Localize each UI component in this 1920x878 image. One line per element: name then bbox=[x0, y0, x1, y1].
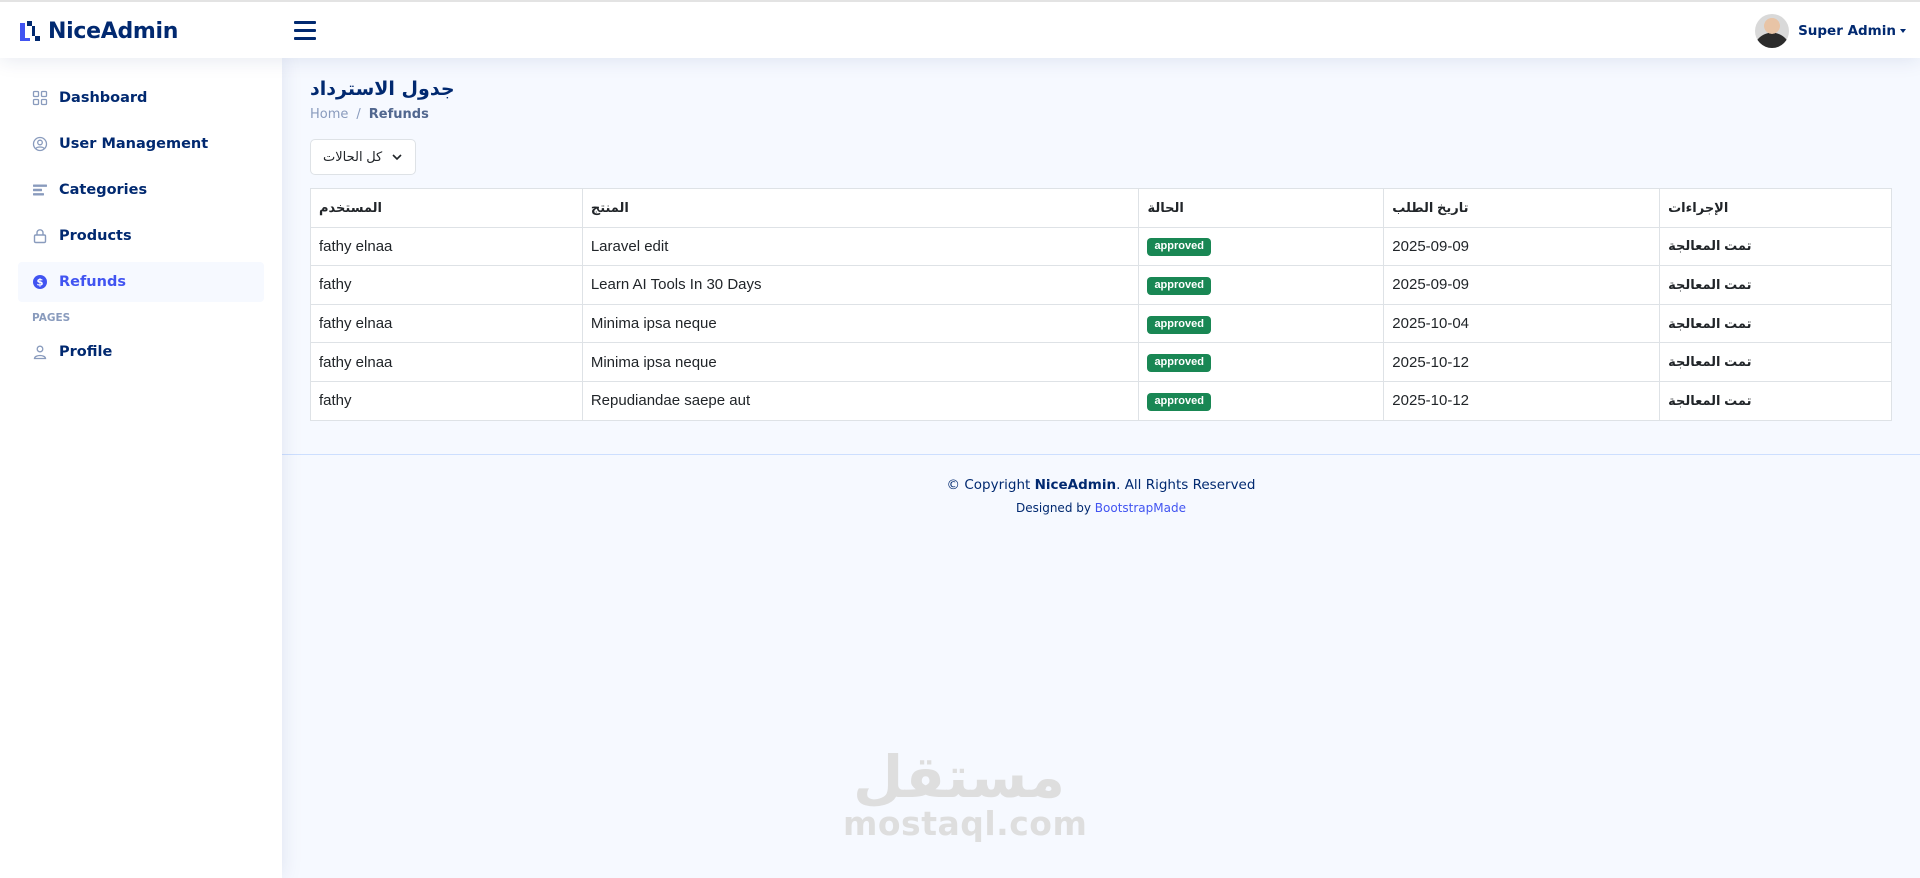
lock-icon bbox=[33, 229, 47, 244]
cell-user: fathy elnaa bbox=[310, 342, 583, 382]
cell-date: 2025-09-09 bbox=[1383, 226, 1661, 267]
designed-by-label: Designed by bbox=[1016, 501, 1095, 515]
sidebar-item-label: Categories bbox=[59, 182, 148, 198]
logo-text: NiceAdmin bbox=[48, 18, 179, 44]
user-circle-icon bbox=[32, 136, 48, 152]
cell-date: 2025-10-04 bbox=[1383, 303, 1661, 344]
grid-icon bbox=[32, 90, 48, 106]
cell-date: 2025-09-09 bbox=[1383, 265, 1661, 305]
profile-dropdown[interactable]: Super Admin bbox=[1755, 14, 1906, 48]
profile-name: Super Admin bbox=[1798, 23, 1896, 39]
header-actions: الإجراءات bbox=[1659, 188, 1892, 228]
refunds-table: المستخدم المنتج الحالة تاريخ الطلب الإجر… bbox=[310, 188, 1892, 421]
cell-product: Minima ipsa neque bbox=[581, 342, 1140, 382]
avatar bbox=[1755, 14, 1790, 48]
top-header: NiceAdmin Super Admin bbox=[0, 0, 1920, 58]
sidebar-item-label: User Management bbox=[59, 136, 209, 152]
cell-date: 2025-10-12 bbox=[1383, 342, 1661, 382]
list-icon bbox=[33, 184, 47, 196]
sidebar-item-label: Refunds bbox=[59, 274, 126, 290]
cell-action: تمت المعالجة bbox=[1659, 380, 1892, 421]
chevron-down-icon bbox=[392, 154, 402, 161]
watermark-arabic: مستقل bbox=[852, 743, 1066, 811]
cell-user: fathy elnaa bbox=[310, 303, 583, 344]
status-filter-value: كل الحالات bbox=[323, 149, 383, 164]
cell-user: fathy elnaa bbox=[310, 226, 583, 267]
sidebar-item-label: Profile bbox=[59, 344, 113, 360]
cell-status: approved bbox=[1138, 380, 1385, 421]
table-row: fathy Learn AI Tools In 30 Days approved… bbox=[310, 265, 1892, 305]
sidebar-item-dashboard[interactable]: Dashboard bbox=[18, 78, 264, 118]
sidebar-item-label: Dashboard bbox=[59, 90, 148, 106]
cell-action: تمت المعالجة bbox=[1659, 226, 1892, 267]
main-content: جدول الاسترداد Home / Refunds كل الحالات… bbox=[310, 58, 1892, 421]
copyright-text: © Copyright NiceAdmin. All Rights Reserv… bbox=[282, 477, 1920, 493]
status-badge: approved bbox=[1147, 354, 1211, 373]
sidebar-item-profile[interactable]: Profile bbox=[18, 332, 264, 372]
status-badge: approved bbox=[1147, 392, 1211, 411]
status-badge: approved bbox=[1147, 315, 1211, 334]
table-row: fathy elnaa Minima ipsa neque approved 2… bbox=[310, 342, 1892, 382]
sidebar-item-refunds[interactable]: $ Refunds bbox=[18, 262, 264, 302]
copyright-suffix: . All Rights Reserved bbox=[1116, 477, 1256, 493]
cell-product: Learn AI Tools In 30 Days bbox=[581, 265, 1140, 305]
logo[interactable]: NiceAdmin bbox=[18, 16, 178, 46]
watermark: مستقل mostaql.com bbox=[843, 743, 1088, 843]
sidebar-item-label: Products bbox=[59, 228, 132, 244]
designer-link[interactable]: BootstrapMade bbox=[1095, 501, 1186, 515]
sidebar-item-categories[interactable]: Categories bbox=[18, 170, 264, 210]
sidebar-heading-pages: PAGES bbox=[32, 312, 71, 324]
cell-action: تمت المعالجة bbox=[1659, 342, 1892, 382]
cell-status: approved bbox=[1138, 342, 1385, 382]
table-row: fathy Repudiandae saepe aut approved 202… bbox=[310, 380, 1892, 421]
credits-text: Designed by BootstrapMade bbox=[282, 501, 1920, 515]
status-filter-select[interactable]: كل الحالات bbox=[310, 139, 416, 175]
logo-mark-icon bbox=[20, 21, 40, 41]
cell-user: fathy bbox=[310, 265, 583, 305]
breadcrumb-current: Refunds bbox=[368, 107, 429, 122]
dollar-circle-icon: $ bbox=[33, 275, 47, 289]
watermark-domain: mostaql.com bbox=[843, 804, 1088, 843]
sidebar-toggle-icon[interactable] bbox=[292, 18, 318, 42]
header-product: المنتج bbox=[581, 188, 1140, 228]
cell-date: 2025-10-12 bbox=[1383, 380, 1661, 421]
copyright-brand: NiceAdmin bbox=[1034, 477, 1117, 493]
cell-status: approved bbox=[1138, 226, 1385, 267]
cell-status: approved bbox=[1138, 265, 1385, 305]
cell-product: Repudiandae saepe aut bbox=[581, 380, 1140, 421]
cell-product: Minima ipsa neque bbox=[581, 303, 1140, 344]
copyright-prefix: © Copyright bbox=[946, 477, 1035, 493]
sidebar-item-products[interactable]: Products bbox=[18, 216, 264, 256]
table-header-row: المستخدم المنتج الحالة تاريخ الطلب الإجر… bbox=[310, 188, 1892, 228]
table-row: fathy elnaa Minima ipsa neque approved 2… bbox=[310, 303, 1892, 344]
status-badge: approved bbox=[1147, 238, 1211, 257]
table-row: fathy elnaa Laravel edit approved 2025-0… bbox=[310, 226, 1892, 267]
footer: © Copyright NiceAdmin. All Rights Reserv… bbox=[282, 454, 1920, 515]
person-icon bbox=[33, 345, 47, 360]
caret-down-icon bbox=[1900, 29, 1906, 33]
cell-product: Laravel edit bbox=[581, 226, 1140, 267]
page-title-block: جدول الاسترداد Home / Refunds bbox=[310, 78, 1892, 122]
sidebar: Dashboard User Management Categories Pro… bbox=[0, 58, 282, 878]
breadcrumb-separator: / bbox=[356, 107, 361, 122]
breadcrumb: Home / Refunds bbox=[310, 107, 1892, 122]
header-status: الحالة bbox=[1138, 188, 1385, 228]
header-user: المستخدم bbox=[310, 188, 583, 228]
cell-user: fathy bbox=[310, 380, 583, 421]
svg-text:$: $ bbox=[37, 278, 44, 289]
cell-action: تمت المعالجة bbox=[1659, 303, 1892, 344]
header-request-date: تاريخ الطلب bbox=[1383, 188, 1661, 228]
cell-action: تمت المعالجة bbox=[1659, 265, 1892, 305]
breadcrumb-home-link[interactable]: Home bbox=[310, 107, 348, 122]
page-title: جدول الاسترداد bbox=[310, 78, 455, 100]
status-badge: approved bbox=[1147, 276, 1211, 295]
sidebar-item-user-management[interactable]: User Management bbox=[18, 124, 264, 164]
cell-status: approved bbox=[1138, 303, 1385, 344]
